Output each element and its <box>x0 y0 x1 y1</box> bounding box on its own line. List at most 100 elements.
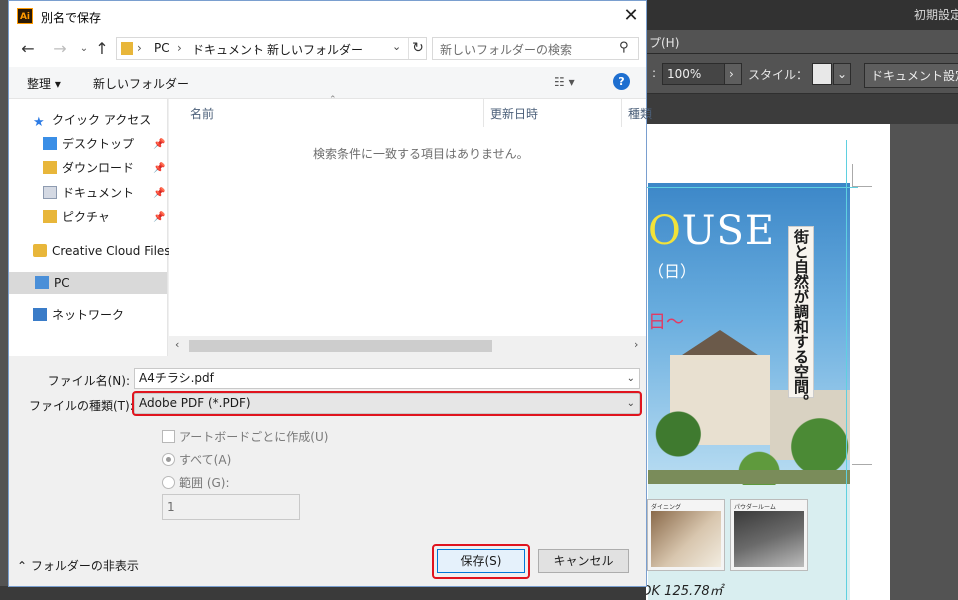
bleed-guide <box>846 140 847 600</box>
flyer-photo-powder-room: パウダールーム <box>730 499 808 571</box>
star-icon: ★ <box>33 115 45 130</box>
scroll-left-icon[interactable]: ‹ <box>175 338 179 351</box>
search-box[interactable]: 新しいフォルダーの検索 ⚲ <box>432 37 639 60</box>
nav-label: PC <box>54 276 70 290</box>
cancel-button[interactable]: キャンセル <box>538 549 629 573</box>
artboard-checkbox[interactable]: アートボードごとに作成(U) <box>162 428 328 445</box>
zoom-arrow-button[interactable]: › <box>724 63 742 85</box>
new-folder-button[interactable]: 新しいフォルダー <box>93 75 189 92</box>
filename-field[interactable]: A4チラシ.pdf ⌄ <box>134 368 640 389</box>
column-type[interactable]: 種類 <box>628 105 652 122</box>
chevron-down-icon[interactable]: ⌄ <box>627 369 635 388</box>
column-modified[interactable]: 更新日時 <box>490 105 538 122</box>
file-list[interactable]: ⌃ 名前 更新日時 種類 検索条件に一致する項目はありません。 <box>169 95 652 356</box>
breadcrumb-pc[interactable]: PC <box>154 41 170 55</box>
nav-creative-cloud[interactable]: Creative Cloud Files <box>33 240 171 262</box>
hide-folders-label: フォルダーの非表示 <box>30 559 139 573</box>
menu-help[interactable]: プ(H) <box>649 34 679 51</box>
command-bar: 整理 ▾ 新しいフォルダー ☷ ▾ <box>9 67 646 99</box>
breadcrumb-separator: › <box>137 41 142 55</box>
style-label: スタイル： <box>748 68 809 82</box>
style-dropdown-icon[interactable]: ⌄ <box>833 63 851 85</box>
flyer-vertical-copy: 街と自然が調和する空間。 <box>792 229 810 409</box>
search-icon[interactable]: ⚲ <box>619 40 629 55</box>
nav-label: ドキュメント <box>62 186 135 200</box>
nav-item-pictures[interactable]: ピクチャ <box>43 206 110 228</box>
flyer-title: OUSE <box>648 208 775 254</box>
view-options-icon[interactable]: ☷ ▾ <box>554 75 575 89</box>
scroll-right-icon[interactable]: › <box>634 338 638 351</box>
nav-label: クイック アクセス <box>52 113 152 127</box>
workspace-preset[interactable]: 初期設定 <box>914 6 958 23</box>
highlight-filetype <box>132 391 642 416</box>
radio-button[interactable] <box>162 453 175 466</box>
filename-label: ファイル名(N): <box>47 374 130 388</box>
horizontal-scrollbar[interactable]: ‹ › <box>169 336 646 356</box>
address-dropdown-icon[interactable]: ⌄ <box>392 40 401 53</box>
scrollbar-thumb[interactable] <box>189 340 492 352</box>
refresh-icon[interactable]: ↻ <box>408 38 427 59</box>
pin-icon[interactable]: 📌 <box>153 139 165 150</box>
range-input[interactable]: 1 <box>162 494 300 520</box>
checkbox-box[interactable] <box>162 430 175 443</box>
column-name[interactable]: 名前 <box>190 105 214 122</box>
flyer-time: 日〜 <box>648 312 684 333</box>
illustrator-titlebar <box>646 0 958 30</box>
nav-label: Creative Cloud Files <box>52 244 171 258</box>
flyer-date: （日） <box>648 262 697 281</box>
dialog-title: 別名で保存 <box>41 11 102 25</box>
sort-ascending-icon: ⌃ <box>329 95 337 105</box>
radio-label: すべて(A) <box>179 453 232 467</box>
computer-icon <box>35 276 49 289</box>
crop-mark <box>852 464 872 465</box>
breadcrumb-separator: › <box>254 41 259 55</box>
nav-quick-access[interactable]: ★ クイック アクセス <box>33 109 151 131</box>
flyer-photo-dining: ダイニング <box>647 499 725 571</box>
all-radio[interactable]: すべて(A) <box>162 451 231 468</box>
pin-icon[interactable]: 📌 <box>153 188 165 199</box>
style-swatch[interactable] <box>812 63 832 85</box>
downloads-folder-icon <box>43 161 57 174</box>
close-icon[interactable]: ✕ <box>618 3 644 29</box>
zoom-separator: : <box>652 66 657 80</box>
highlight-save <box>432 544 530 579</box>
illustrator-toolbar-bottom <box>0 586 646 600</box>
crop-mark <box>852 186 872 187</box>
up-arrow-icon[interactable]: ↑ <box>91 38 113 60</box>
range-radio[interactable]: 範囲 (G): <box>162 474 230 491</box>
document-setup-button[interactable]: ドキュメント設定 <box>864 63 958 88</box>
folder-icon <box>121 42 133 55</box>
nav-item-downloads[interactable]: ダウンロード <box>43 157 134 179</box>
address-bar[interactable]: › PC › ドキュメント › 新しいフォルダー ⌄ ↻ <box>116 37 427 60</box>
documents-folder-icon <box>43 186 57 199</box>
column-divider[interactable] <box>483 99 484 127</box>
column-divider[interactable] <box>621 99 622 127</box>
help-icon[interactable]: ? <box>613 73 630 90</box>
nav-network[interactable]: ネットワーク <box>33 304 124 326</box>
forward-arrow-icon[interactable]: → <box>49 38 71 60</box>
nav-label: ピクチャ <box>62 210 110 224</box>
back-arrow-icon[interactable]: ← <box>17 38 39 60</box>
photo-caption: ダイニング <box>651 504 682 511</box>
organize-button[interactable]: 整理 ▾ <box>27 75 61 92</box>
nav-item-documents[interactable]: ドキュメント <box>43 182 134 204</box>
pin-icon[interactable]: 📌 <box>153 163 165 174</box>
chevron-up-icon: ⌃ <box>17 559 31 573</box>
breadcrumb-new-folder[interactable]: 新しいフォルダー <box>267 41 363 58</box>
nav-item-desktop[interactable]: デスクトップ <box>43 133 134 155</box>
radio-label: 範囲 (G): <box>179 476 230 490</box>
pin-icon[interactable]: 📌 <box>153 212 165 223</box>
nav-label: ダウンロード <box>62 161 135 175</box>
search-placeholder: 新しいフォルダーの検索 <box>440 43 573 57</box>
nav-pc[interactable]: PC <box>9 272 167 294</box>
nav-label: デスクトップ <box>62 137 135 151</box>
filename-value: A4チラシ.pdf <box>139 371 214 385</box>
hide-folders-toggle[interactable]: ⌃ フォルダーの非表示 <box>17 557 139 574</box>
document-tab-bar <box>646 94 958 124</box>
flyer-title-rest: USE <box>681 208 776 254</box>
network-icon <box>33 308 47 321</box>
empty-results-message: 検索条件に一致する項目はありません。 <box>313 147 529 161</box>
navigation-pane: ★ クイック アクセス デスクトップ 📌 ダウンロード 📌 ドキュメント 📌 ピク… <box>9 99 171 356</box>
radio-button[interactable] <box>162 476 175 489</box>
nav-label: ネットワーク <box>52 308 125 322</box>
